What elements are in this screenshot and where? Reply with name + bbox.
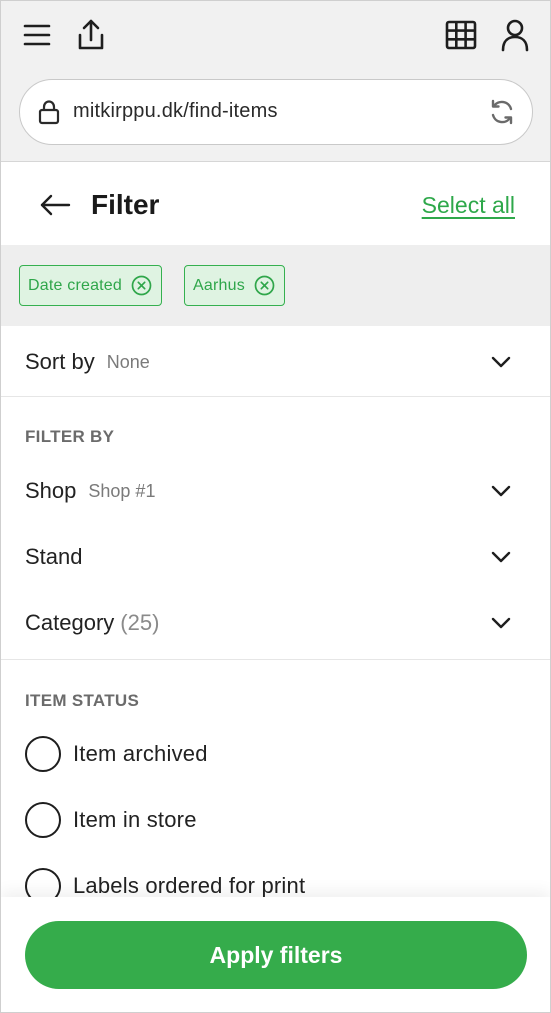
filter-chip-date-created[interactable]: Date created xyxy=(19,265,163,306)
back-arrow-icon[interactable] xyxy=(35,185,75,225)
chevron-down-icon xyxy=(491,551,511,563)
stand-dropdown[interactable]: Stand xyxy=(1,524,550,590)
address-bar[interactable]: mitkirppu.dk/find-items xyxy=(19,79,533,145)
browser-toolbar: mitkirppu.dk/find-items xyxy=(1,1,550,162)
app-frame: mitkirppu.dk/find-items Filter Select al… xyxy=(0,0,551,1013)
sort-by-value: None xyxy=(106,351,150,372)
status-option-item-in-store[interactable]: Item in store xyxy=(1,791,550,851)
reload-icon[interactable] xyxy=(488,98,516,126)
divider xyxy=(1,659,550,660)
url-text[interactable]: mitkirppu.dk/find-items xyxy=(73,100,278,123)
chip-label: Aarhus xyxy=(193,276,245,294)
apply-filters-button[interactable]: Apply filters xyxy=(25,921,527,989)
filter-by-heading: FILTER BY xyxy=(25,427,115,446)
status-option-label: Item archived xyxy=(73,741,208,766)
category-label: Category xyxy=(25,610,115,635)
menu-icon[interactable] xyxy=(17,15,57,55)
chip-label: Date created xyxy=(28,276,123,294)
radio-button[interactable] xyxy=(25,736,61,772)
status-option-label: Labels ordered for print xyxy=(73,873,306,898)
category-dropdown[interactable]: Category (25) xyxy=(1,590,550,656)
filter-header: Filter Select all xyxy=(1,163,550,245)
category-count: (25) xyxy=(120,610,160,635)
sort-by-dropdown[interactable]: Sort by None xyxy=(1,329,550,395)
page-title: Filter xyxy=(91,189,160,220)
footer-bar: Apply filters xyxy=(1,897,550,1012)
filter-chip-aarhus[interactable]: Aarhus xyxy=(184,265,285,306)
status-option-label: Item in store xyxy=(73,807,197,832)
close-circle-icon[interactable] xyxy=(254,275,275,296)
shop-label: Shop xyxy=(25,478,77,503)
sort-by-label: Sort by xyxy=(25,349,95,374)
shop-dropdown[interactable]: Shop Shop #1 xyxy=(1,458,550,524)
item-status-heading: ITEM STATUS xyxy=(25,691,140,710)
grid-icon[interactable] xyxy=(441,15,481,55)
radio-button[interactable] xyxy=(25,802,61,838)
chevron-down-icon xyxy=(491,617,511,629)
select-all-link[interactable]: Select all xyxy=(422,192,515,219)
status-option-item-archived[interactable]: Item archived xyxy=(1,725,550,785)
divider xyxy=(1,396,550,397)
active-filter-chips: Date created Aarhus xyxy=(1,245,550,326)
chevron-down-icon xyxy=(491,356,511,368)
share-icon[interactable] xyxy=(71,15,111,55)
stand-label: Stand xyxy=(25,544,83,569)
close-circle-icon[interactable] xyxy=(131,275,152,296)
lock-icon xyxy=(38,100,60,125)
chevron-down-icon xyxy=(491,485,511,497)
user-icon[interactable] xyxy=(495,15,535,55)
shop-value: Shop #1 xyxy=(88,480,156,501)
